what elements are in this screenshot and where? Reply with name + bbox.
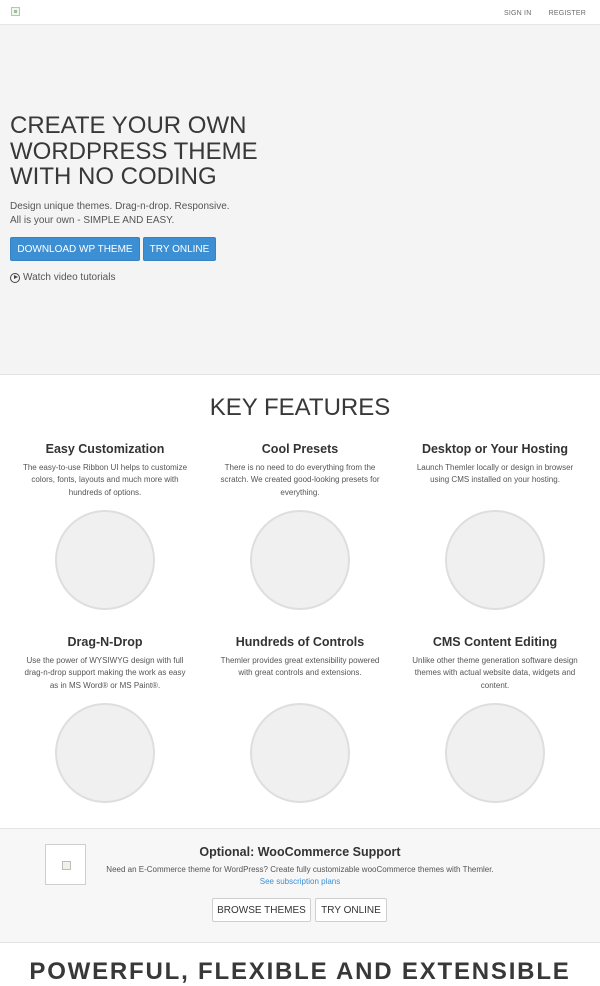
hero-section: CREATE YOUR OWN WORDPRESS THEME WITH NO … [0,25,600,375]
register-link[interactable]: REGISTER [549,10,586,17]
feature-image-placeholder [445,703,545,803]
play-circle-icon [10,272,20,283]
hero-subtitle-line: Design unique themes. Drag-n-drop. Respo… [10,201,230,212]
sign-in-link[interactable]: SIGN IN [504,10,531,17]
features-title: KEY FEATURES [209,394,391,421]
feature-title: Cool Presets [261,442,339,456]
browse-themes-button[interactable]: BROWSE THEMES [212,898,311,922]
feature-image-placeholder [55,510,155,610]
feature-image-placeholder [250,703,350,803]
feature-description: Unlike other theme generation software d… [412,656,578,690]
woocommerce-description: Need an E-Commerce theme for WordPress? … [106,865,494,874]
hero-title: CREATE YOUR OWN WORDPRESS THEME WITH NO … [10,112,258,190]
download-wp-theme-button[interactable]: DOWNLOAD WP THEME [10,237,140,261]
try-online-button[interactable]: TRY ONLINE [315,898,387,922]
feature-card: Easy Customization The easy-to-use Ribbo… [20,442,190,499]
feature-title: Hundreds of Controls [235,635,365,649]
feature-image-placeholder [445,510,545,610]
section-title: POWERFUL, FLEXIBLE AND EXTENSIBLE [29,958,571,985]
subscription-plans-link: See subscription plans [0,876,600,888]
watch-video-link[interactable]: Watch video tutorials [10,272,115,283]
feature-description: The easy-to-use Ribbon UI helps to custo… [22,463,188,497]
feature-title: CMS Content Editing [432,635,558,649]
feature-card: Desktop or Your Hosting Launch Themler l… [410,442,580,487]
watch-video-label: Watch video tutorials [23,272,116,283]
subscription-plans-anchor[interactable]: See subscription plans [260,877,341,886]
feature-image-placeholder [250,510,350,610]
feature-card: Drag-N-Drop Use the power of WYSIWYG des… [20,635,190,692]
feature-title: Drag-N-Drop [67,635,143,649]
feature-title: Easy Customization [45,442,165,456]
hero-subtitle-line: All is your own - SIMPLE AND EASY. [10,215,175,226]
top-nav: SIGN IN REGISTER [489,10,586,17]
top-navigation-bar: SIGN IN REGISTER [0,0,600,25]
feature-card: Hundreds of Controls Themler provides gr… [215,635,385,680]
feature-description: Themler provides great extensibility pow… [220,656,380,678]
feature-description: Launch Themler locally or design in brow… [416,463,574,485]
feature-description: There is no need to do everything from t… [220,463,380,497]
feature-title: Desktop or Your Hosting [421,442,569,456]
feature-image-placeholder [55,703,155,803]
feature-card: CMS Content Editing Unlike other theme g… [410,635,580,692]
key-features-section: KEY FEATURES Easy Customization The easy… [0,376,600,828]
hero-subtitle: Design unique themes. Drag-n-drop. Respo… [10,200,270,228]
feature-card: Cool Presets There is no need to do ever… [215,442,385,499]
try-online-button[interactable]: TRY ONLINE [143,237,216,261]
woocommerce-title: Optional: WooCommerce Support [199,845,401,859]
logo-image-icon[interactable] [11,7,20,16]
woocommerce-section: Optional: WooCommerce Support Need an E-… [0,828,600,943]
feature-description: Use the power of WYSIWYG design with ful… [24,656,186,690]
